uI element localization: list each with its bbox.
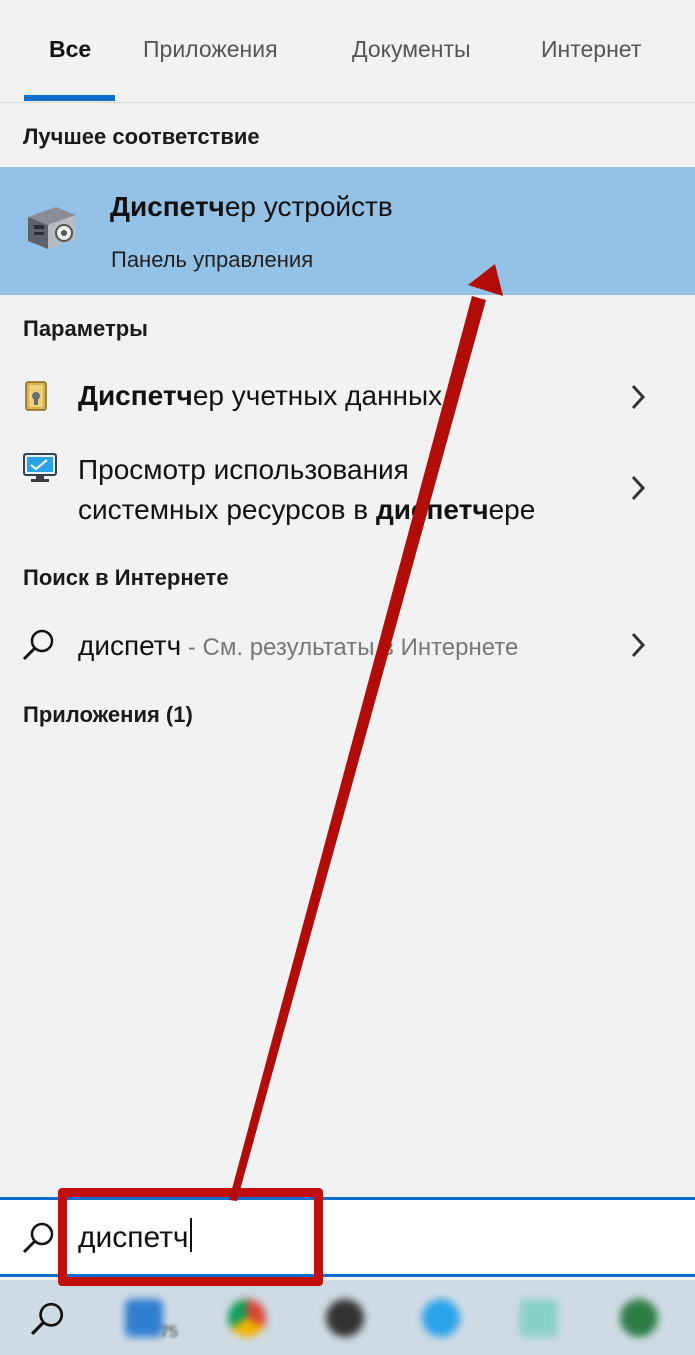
- annotation-arrow: [229, 264, 503, 1201]
